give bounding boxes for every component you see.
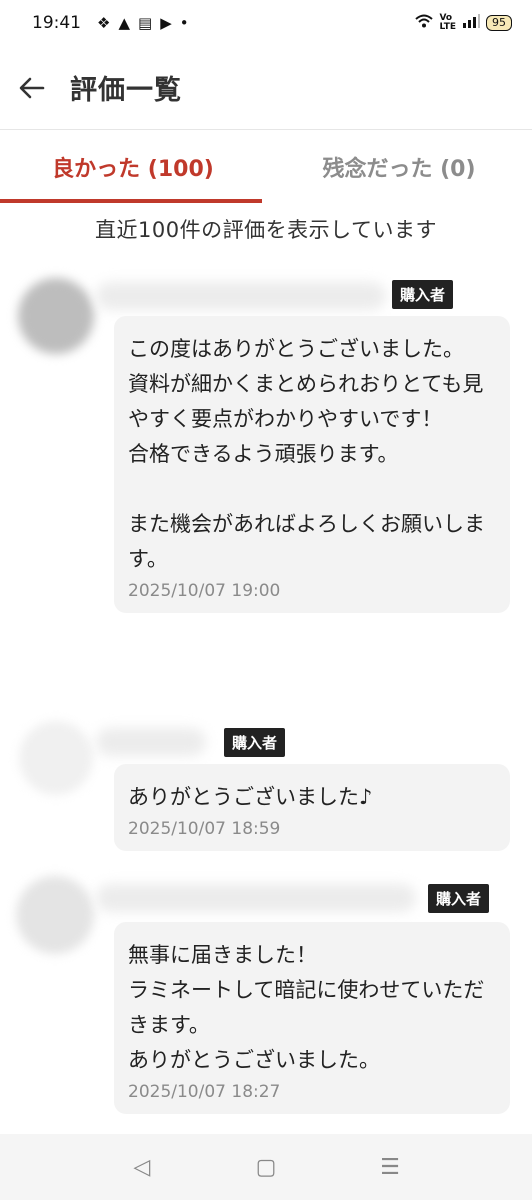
page-title: 評価一覧 (70, 75, 182, 106)
app-header: 評価一覧 (0, 46, 532, 130)
tab-bad-label: 残念だった (0) (322, 157, 476, 182)
active-tab-indicator (0, 199, 262, 203)
volte-icon: Vo LTE (439, 13, 456, 32)
avatar[interactable] (20, 722, 92, 794)
review-item: 購入者 無事に届きました！ ラミネートして暗記に使わせていただきます。 ありがと… (0, 870, 532, 1130)
card-icon: ▤ (138, 14, 153, 32)
wifi-icon (415, 14, 434, 32)
reviewer-name[interactable] (96, 282, 386, 310)
review-text: 無事に届きました！ ラミネートして暗記に使わせていただきます。 ありがとうござい… (128, 943, 485, 1072)
tab-good-label: 良かった (100) (52, 157, 214, 182)
review-date: 2025/10/07 18:59 (128, 819, 281, 839)
review-bubble: ありがとうございました♪ 2025/10/07 18:59 (114, 764, 510, 851)
status-bar: 19:41 ❖ ▲ ▤ ▶ • Vo LTE 95 (0, 0, 532, 46)
review-text: この度はありがとうございました。 資料が細かくまとめられおりとても見やすく要点が… (128, 337, 485, 571)
dot-icon: • (179, 14, 189, 32)
avatar[interactable] (18, 278, 94, 354)
rating-tabs: 良かった (100) 残念だった (0) (0, 131, 532, 203)
system-nav-bar: ◁ ▢ ☰ (0, 1134, 532, 1200)
review-text: ありがとうございました♪ (128, 785, 373, 809)
nav-home-icon[interactable]: ▢ (236, 1155, 296, 1180)
play-icon: ▶ (160, 14, 172, 32)
reviewer-name[interactable] (96, 728, 206, 756)
avatar[interactable] (16, 876, 94, 954)
system-icons: Vo LTE 95 (415, 14, 512, 32)
battery-icon: 95 (486, 15, 512, 31)
review-bubble: この度はありがとうございました。 資料が細かくまとめられおりとても見やすく要点が… (114, 316, 510, 613)
review-item: 購入者 ありがとうございました♪ 2025/10/07 18:59 (0, 716, 532, 866)
back-arrow-icon[interactable] (2, 46, 62, 130)
reviewer-name[interactable] (96, 884, 416, 912)
nav-back-icon[interactable]: ◁ (112, 1155, 172, 1180)
review-date: 2025/10/07 19:00 (128, 581, 281, 601)
app-icon: ❖ (97, 14, 111, 32)
buyer-badge: 購入者 (428, 884, 490, 913)
review-date: 2025/10/07 18:27 (128, 1082, 281, 1102)
buyer-badge: 購入者 (224, 728, 286, 757)
triangle-icon: ▲ (118, 14, 130, 32)
status-time: 19:41 (32, 13, 81, 33)
review-bubble: 無事に届きました！ ラミネートして暗記に使わせていただきます。 ありがとうござい… (114, 922, 510, 1114)
buyer-badge: 購入者 (392, 280, 454, 309)
nav-recents-icon[interactable]: ☰ (360, 1155, 420, 1180)
review-item: 購入者 この度はありがとうございました。 資料が細かくまとめられおりとても見やす… (0, 268, 532, 700)
review-summary: 直近100件の評価を表示しています (95, 218, 437, 242)
tab-good[interactable]: 良かった (100) (0, 131, 266, 203)
tab-bad[interactable]: 残念だった (0) (266, 131, 532, 203)
signal-icon (462, 14, 480, 32)
notification-icons: ❖ ▲ ▤ ▶ • (97, 14, 189, 32)
